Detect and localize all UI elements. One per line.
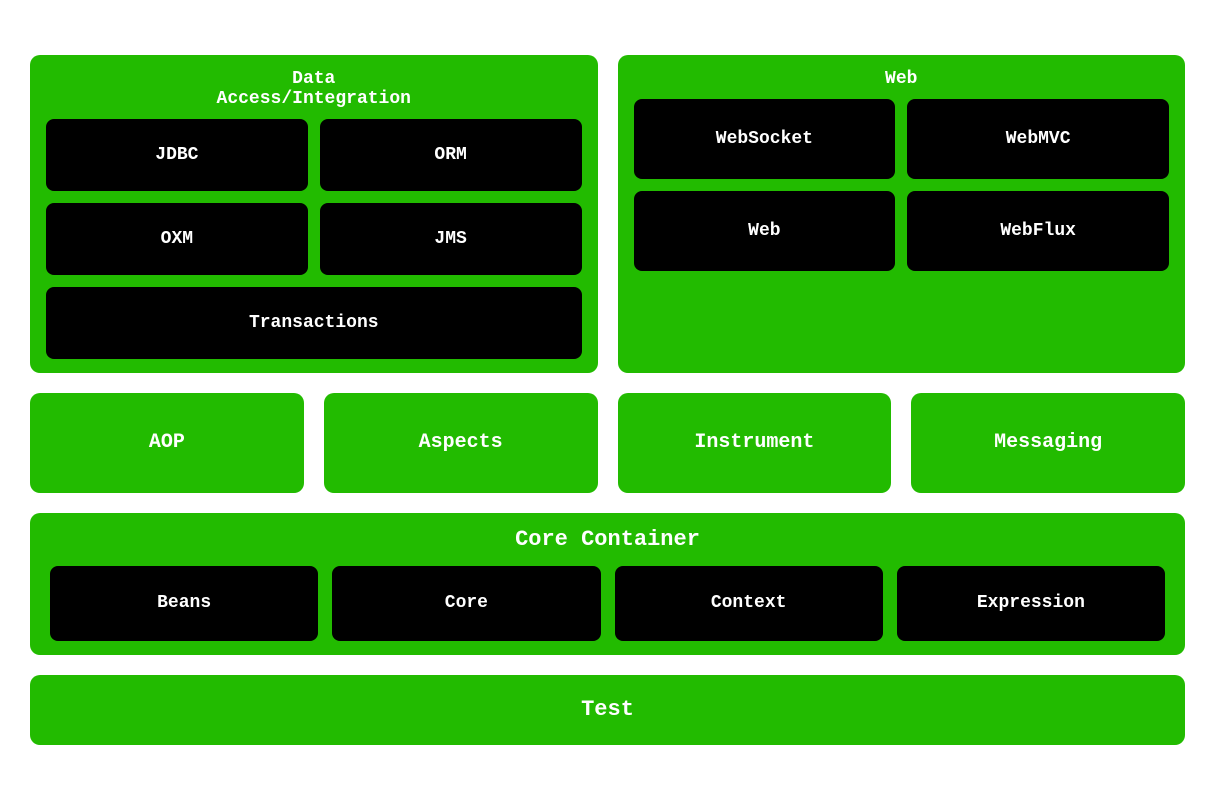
context-box: Context	[615, 566, 883, 641]
core-container-title: Core Container	[50, 527, 1165, 552]
transactions-box: Transactions	[46, 287, 582, 359]
web-title: Web	[634, 69, 1170, 89]
diagram-container: Data Access/Integration JDBC ORM OXM JMS…	[0, 35, 1215, 765]
websocket-box: WebSocket	[634, 99, 896, 179]
expression-box: Expression	[897, 566, 1165, 641]
test-title: Test	[581, 697, 634, 722]
jdbc-box: JDBC	[46, 119, 308, 191]
aop-box: AOP	[30, 393, 304, 493]
beans-box: Beans	[50, 566, 318, 641]
jms-box: JMS	[320, 203, 582, 275]
orm-box: ORM	[320, 119, 582, 191]
core-box: Core	[332, 566, 600, 641]
core-container-section: Core Container Beans Core Context Expres…	[30, 513, 1185, 655]
web-grid: WebSocket WebMVC Web WebFlux	[634, 99, 1170, 271]
row2: AOP Aspects Instrument Messaging	[30, 393, 1185, 493]
messaging-box: Messaging	[911, 393, 1185, 493]
web-section-box: Web WebSocket WebMVC Web WebFlux	[618, 55, 1186, 373]
test-section: Test	[30, 675, 1185, 745]
instrument-box: Instrument	[618, 393, 892, 493]
row1: Data Access/Integration JDBC ORM OXM JMS…	[30, 55, 1185, 373]
webmvc-box: WebMVC	[907, 99, 1169, 179]
data-access-grid: JDBC ORM OXM JMS Transactions	[46, 119, 582, 359]
oxm-box: OXM	[46, 203, 308, 275]
data-access-box: Data Access/Integration JDBC ORM OXM JMS…	[30, 55, 598, 373]
web-box-inner: Web	[634, 191, 896, 271]
aspects-box: Aspects	[324, 393, 598, 493]
webflux-box: WebFlux	[907, 191, 1169, 271]
core-container-grid: Beans Core Context Expression	[50, 566, 1165, 641]
data-access-title: Data Access/Integration	[46, 69, 582, 109]
core-container-box: Core Container Beans Core Context Expres…	[30, 513, 1185, 655]
